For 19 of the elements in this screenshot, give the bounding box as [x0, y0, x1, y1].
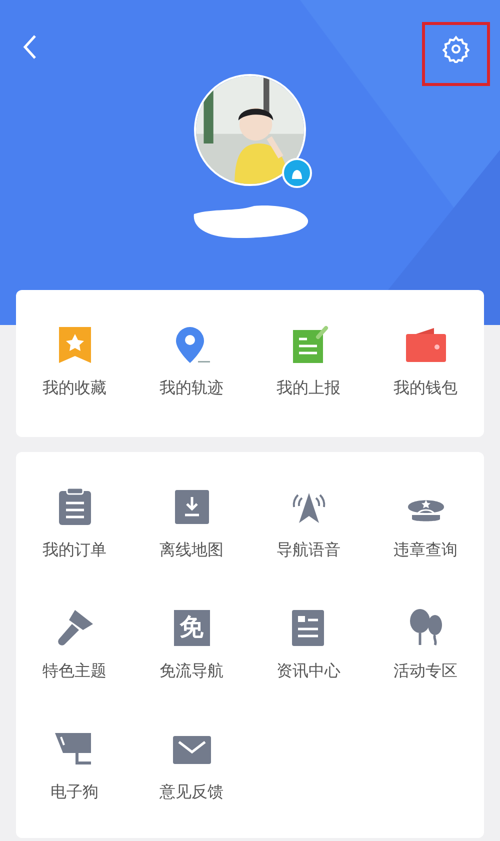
menu-item[interactable]: 意见反馈 [133, 694, 250, 815]
settings-icon[interactable] [442, 35, 470, 63]
menu-item[interactable]: 导航语音 [250, 452, 367, 573]
back-icon[interactable] [22, 34, 38, 60]
wallet-icon [406, 325, 446, 365]
menu-item[interactable]: 活动专区 [367, 573, 484, 694]
menu-item[interactable]: 我的上报 [250, 290, 367, 411]
menu-item[interactable]: 我的钱包 [367, 290, 484, 411]
menu-item[interactable]: 我的轨迹 [133, 290, 250, 411]
penguin-badge-icon [282, 158, 312, 188]
menu-item[interactable]: 我的收藏 [16, 290, 133, 411]
menu-item[interactable]: 免 免流导航 [133, 573, 250, 694]
menu-item[interactable]: 特色主题 [16, 573, 133, 694]
menu-item[interactable]: 资讯中心 [250, 573, 367, 694]
menu-item[interactable]: 违章查询 [367, 452, 484, 573]
menu-item[interactable]: 我的订单 [16, 452, 133, 573]
free-badge-icon: 免 [174, 610, 210, 646]
menu-item[interactable]: 离线地图 [133, 452, 250, 573]
menu-item[interactable]: 电子狗 [16, 694, 133, 815]
